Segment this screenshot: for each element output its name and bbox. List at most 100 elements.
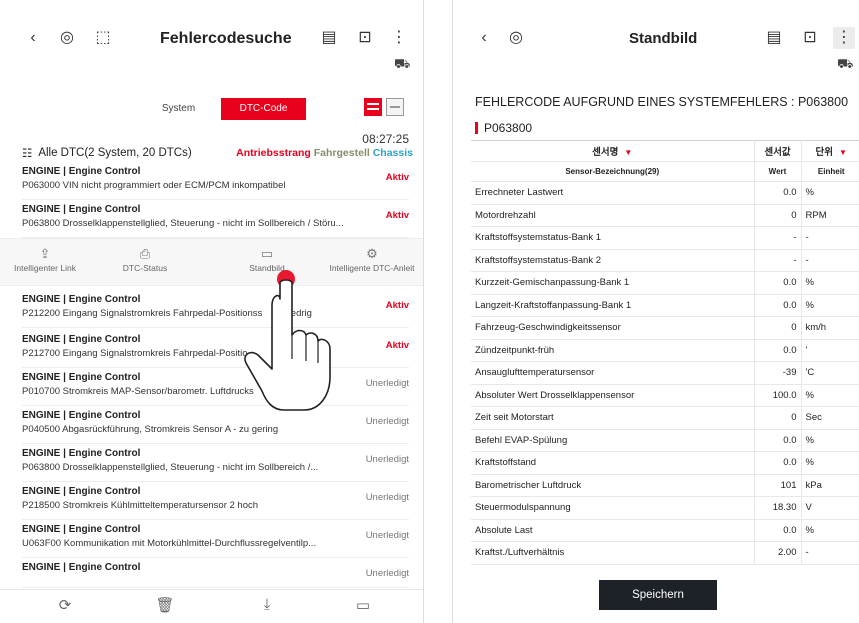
sort-icon: ▼	[624, 148, 633, 157]
tap-gesture-hand-icon	[244, 270, 331, 411]
dtc-status-button[interactable]: ⎙ DTC-Status	[100, 245, 190, 273]
folder-icon[interactable]: ▭	[348, 596, 378, 614]
dtc-system: ENGINE | Engine Control	[22, 372, 141, 383]
sensor-name: Steuermodulspannung	[471, 496, 755, 520]
sensor-unit: km/h	[801, 316, 859, 340]
dtc-status: Unerledigt	[365, 378, 409, 389]
tab-system[interactable]: System	[136, 98, 221, 120]
refresh-icon[interactable]: ⟳	[50, 596, 80, 614]
sensor-unit: %	[801, 294, 859, 317]
sensor-name: Befehl EVAP-Spülung	[471, 429, 755, 452]
dtc-system: ENGINE | Engine Control	[22, 524, 141, 535]
dtc-system: ENGINE | Engine Control	[22, 562, 141, 573]
dtc-description: P040500 Abgasrückführung, Stromkreis Sen…	[22, 424, 279, 435]
sensor-row[interactable]: Barometrischer Luftdruck 101 kPa	[471, 474, 859, 497]
module-icon[interactable]: ⬚	[92, 27, 114, 49]
header-row-korean: 센서명 ▼ 센서값 단위 ▼	[471, 140, 859, 162]
dtc-item[interactable]: ENGINE | Engine Control P212200 Eingang …	[22, 290, 409, 328]
sensor-name: Kurzzeit-Gemischanpassung-Bank 1	[471, 271, 755, 295]
report-icon[interactable]: ▤	[763, 27, 785, 49]
status-icon: ⎙	[139, 246, 151, 261]
dtc-status: Unerledigt	[365, 530, 409, 541]
dtc-item[interactable]: ENGINE | Engine Control P063800 Drosselk…	[22, 444, 409, 482]
dtc-item[interactable]: ENGINE | Engine Control P040500 Abgasrüc…	[22, 406, 409, 444]
freeze-frame-table: 센서명 ▼ 센서값 단위 ▼ Sensor-Bezeichnung(29) Wert…	[471, 140, 859, 565]
vehicle-connect-icon[interactable]: ◎	[505, 27, 527, 49]
sensor-unit: V	[801, 496, 859, 520]
dtc-item[interactable]: ENGINE | Engine Control P010700 Stromkre…	[22, 368, 409, 406]
dtc-item[interactable]: ENGINE | Engine Control U063F00 Kommunik…	[22, 520, 409, 558]
sensor-row[interactable]: Befehl EVAP-Spülung 0.0%	[471, 429, 859, 452]
sensor-name: Errechneter Lastwert	[471, 181, 755, 205]
filter-body[interactable]: Fahrgestell	[314, 147, 370, 159]
sensor-row[interactable]: Langzeit-Kraftstoffanpassung-Bank 1 0.0%	[471, 294, 859, 317]
sensor-name: Kraftstoffstand	[471, 451, 755, 475]
delete-icon[interactable]: 🗑	[150, 596, 180, 614]
sensor-name: Langzeit-Kraftstoffanpassung-Bank 1	[471, 294, 755, 317]
sensor-row[interactable]: Absoluter Wert Drosselklappensensor 100.0…	[471, 384, 859, 407]
car-icon[interactable]: ⛟	[394, 56, 410, 74]
dtc-item[interactable]: ENGINE | Engine Control Unerledigt	[22, 558, 409, 588]
dtc-item-selected[interactable]: ENGINE | Engine Control P063800 Drosselk…	[22, 200, 409, 238]
sensor-name: Ansauglufttemperatursensor	[471, 361, 755, 385]
share-icon: ⇪	[39, 246, 51, 261]
vehicle-connect-icon[interactable]: ◎	[56, 27, 78, 49]
header-sensor-value[interactable]: 센서값	[754, 140, 802, 162]
dtc-system: ENGINE | Engine Control	[22, 294, 141, 305]
report-icon[interactable]: ▤	[318, 27, 340, 49]
sensor-value: -	[754, 249, 802, 272]
sensor-row[interactable]: Ansauglufttemperatursensor -39 'C	[471, 361, 859, 385]
dtc-list-icon: ☷	[22, 148, 33, 160]
sensor-unit: -	[801, 249, 859, 272]
sensor-value: 0.0	[754, 339, 802, 362]
more-menu-icon[interactable]: ⋮	[833, 27, 855, 49]
dtc-system: ENGINE | Engine Control	[22, 410, 141, 421]
car-icon[interactable]: ⛟	[837, 56, 853, 74]
dtc-status: Unerledigt	[365, 416, 409, 427]
detail-view-button[interactable]	[386, 98, 404, 116]
sensor-row[interactable]: Kraftst./Luftverhältnis 2.00-	[471, 541, 859, 565]
dtc-status: Aktiv	[385, 172, 409, 183]
header-unit[interactable]: 단위 ▼	[801, 140, 859, 162]
sensor-row[interactable]: Kraftstoffsystemstatus-Bank 2--	[471, 249, 859, 272]
screenshot-icon[interactable]: ⊡	[799, 27, 821, 49]
sensor-row[interactable]: Errechneter Lastwert 0.0%	[471, 181, 859, 205]
sensor-row[interactable]: Kurzzeit-Gemischanpassung-Bank 1 0.0%	[471, 271, 859, 295]
dtc-item[interactable]: ENGINE | Engine Control P212700 Eingang …	[22, 330, 409, 368]
sensor-name: Fahrzeug-Geschwindigkeitssensor	[471, 316, 755, 340]
page-title: Fehlercodesuche	[160, 30, 292, 47]
header-sensor-name[interactable]: 센서명 ▼	[471, 140, 755, 162]
screenshot-icon[interactable]: ⊡	[354, 27, 376, 49]
sensor-name: Motordrehzahl	[471, 204, 755, 227]
dtc-status: Unerledigt	[365, 568, 409, 579]
dtc-status: Unerledigt	[365, 454, 409, 465]
sensor-row[interactable]: Kraftstoffsystemstatus-Bank 1--	[471, 226, 859, 250]
list-view-button[interactable]	[364, 98, 382, 116]
sensor-value: 0.0	[754, 271, 802, 295]
save-icon[interactable]: ⤓	[252, 596, 282, 613]
sensor-row[interactable]: Motordrehzahl 0 RPM	[471, 204, 859, 227]
sensor-row[interactable]: Kraftstoffstand 0.0%	[471, 451, 859, 475]
dtc-description: P063800 Drosselklappenstellglied, Steuer…	[22, 462, 319, 473]
filter-powertrain[interactable]: Antriebsstrang	[236, 147, 311, 159]
dtc-item[interactable]: ENGINE | Engine Control P063000 VIN nich…	[22, 162, 409, 200]
dtc-status: Aktiv	[385, 340, 409, 351]
filter-chassis[interactable]: Chassis	[373, 147, 413, 159]
more-menu-icon[interactable]: ⋮	[388, 27, 410, 49]
sensor-row[interactable]: Zündzeitpunkt-früh 0.0 '	[471, 339, 859, 362]
sensor-row[interactable]: Steuermodulspannung 18.30 V	[471, 496, 859, 520]
header-label: 단위	[815, 147, 834, 158]
sensor-row[interactable]: Fahrzeug-Geschwindigkeitssensor 0 km/h	[471, 316, 859, 340]
sensor-row[interactable]: Absolute Last 0.0%	[471, 519, 859, 542]
sensor-unit: kPa	[801, 474, 859, 497]
tab-dtc-code[interactable]: DTC-Code	[221, 98, 306, 120]
save-button[interactable]: Speichern	[599, 580, 717, 610]
dtc-system: ENGINE | Engine Control	[22, 448, 141, 459]
back-icon[interactable]: ‹	[22, 27, 44, 49]
dtc-item[interactable]: ENGINE | Engine Control P218500 Stromkre…	[22, 482, 409, 520]
sensor-row[interactable]: Zeit seit Motorstart 0 Sec	[471, 406, 859, 430]
intelligent-link-button[interactable]: ⇪ Intelligenter Link	[0, 245, 90, 273]
dtc-code: P063800	[475, 122, 532, 134]
bottom-toolbar: ⟳ 🗑 ⤓ ▭	[0, 589, 423, 623]
back-icon[interactable]: ‹	[473, 27, 495, 49]
